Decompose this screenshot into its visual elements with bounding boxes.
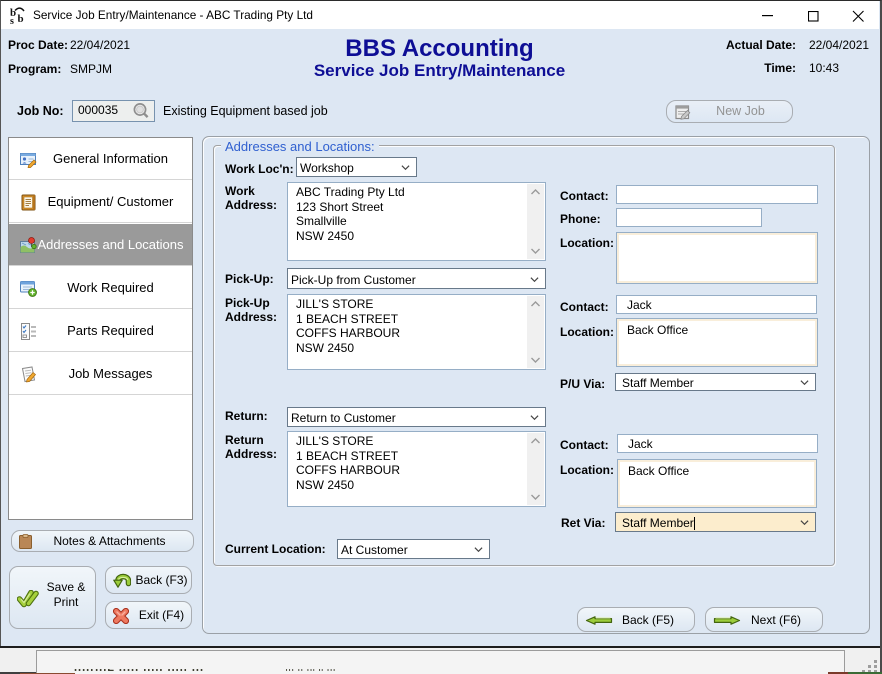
svg-text:b: b — [18, 13, 24, 24]
svg-text:s: s — [10, 16, 14, 24]
